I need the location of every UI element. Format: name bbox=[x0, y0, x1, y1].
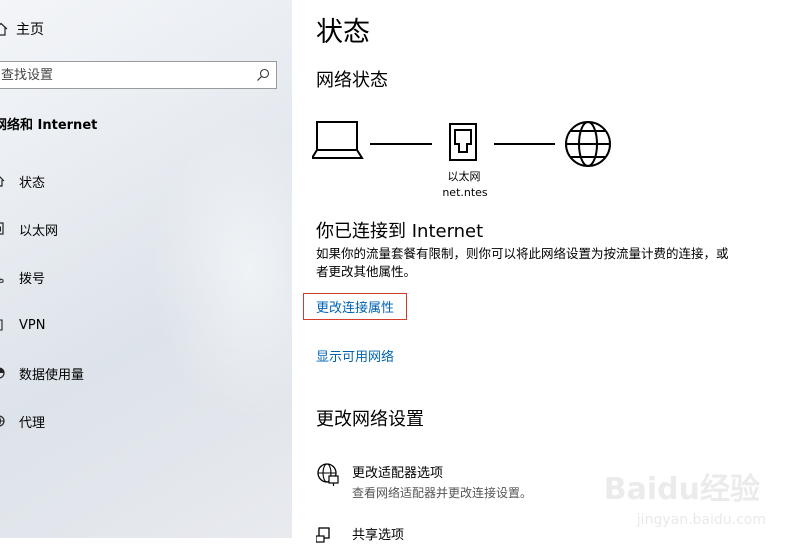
home-label: 主页 bbox=[16, 22, 44, 38]
sharing-icon bbox=[316, 527, 330, 543]
proxy-icon bbox=[0, 415, 5, 427]
search-icon[interactable] bbox=[256, 68, 270, 82]
setting-title: 更改适配器选项 bbox=[352, 466, 444, 481]
ethernet-icon bbox=[0, 222, 4, 235]
sidebar-item-label: 以太网 bbox=[19, 223, 59, 239]
sidebar-item-proxy[interactable]: 代理 bbox=[0, 410, 45, 432]
change-adapter-options-item[interactable]: 更改适配器选项 查看网络适配器并更改连接设置。 bbox=[316, 462, 532, 501]
sidebar-item-label: 数据使用量 bbox=[19, 367, 85, 383]
connected-heading: 你已连接到 Internet bbox=[316, 221, 484, 242]
sidebar-item-label: VPN bbox=[19, 317, 46, 333]
change-connection-properties-link[interactable]: 更改连接属性 bbox=[303, 293, 408, 320]
section-title: 网络和 Internet bbox=[0, 118, 98, 133]
sidebar-item-label: 代理 bbox=[19, 415, 46, 431]
data-usage-icon bbox=[0, 367, 5, 379]
connected-description: 如果你的流量套餐有限制，则你可以将此网络设置为按流量计费的连接，或者更改其他属性… bbox=[316, 246, 729, 279]
home-icon bbox=[0, 22, 8, 36]
setting-description: 查看网络适配器并更改连接设置。 bbox=[352, 486, 533, 500]
setting-title: 共享选项 bbox=[352, 528, 405, 543]
sidebar-item-data-usage[interactable]: 数据使用量 bbox=[0, 362, 84, 384]
adapter-name-label: 以太网 bbox=[447, 170, 481, 183]
sidebar-item-vpn[interactable]: VPN bbox=[0, 314, 45, 336]
adapter-host-label: net.ntes bbox=[442, 186, 488, 199]
laptop-icon bbox=[312, 121, 364, 159]
show-available-networks-link[interactable]: 显示可用网络 bbox=[316, 346, 394, 365]
sidebar-item-dialup[interactable]: 拨号 bbox=[0, 266, 45, 288]
page-title: 状态 bbox=[316, 17, 370, 48]
main-panel: 状态 网络状态 以太网 net.ntes 你已连接到 Internet 如果你的… bbox=[292, 0, 806, 543]
vpn-icon bbox=[0, 319, 3, 331]
search-box[interactable] bbox=[0, 61, 277, 89]
sidebar-item-label: 状态 bbox=[19, 175, 46, 191]
sidebar-item-status[interactable]: 状态 bbox=[0, 170, 45, 192]
baidu-watermark-url: jingyan.baidu.com bbox=[636, 512, 766, 528]
baidu-watermark-logo: Baidu经验 bbox=[603, 472, 760, 507]
sidebar: 主页 网络和 Internet 状态 以太网 拨号 VPN bbox=[0, 0, 292, 538]
dialup-icon bbox=[0, 278, 4, 283]
sidebar-item-ethernet[interactable]: 以太网 bbox=[0, 218, 58, 240]
home-nav-item[interactable]: 主页 bbox=[0, 18, 44, 40]
sidebar-item-label: 拨号 bbox=[19, 271, 46, 287]
search-input[interactable] bbox=[0, 67, 241, 83]
network-status-heading: 网络状态 bbox=[316, 70, 388, 91]
internet-globe-icon bbox=[565, 121, 611, 167]
home-status-icon bbox=[0, 176, 5, 187]
adapter-globe-icon bbox=[317, 463, 339, 486]
ethernet-adapter-icon bbox=[449, 123, 477, 161]
change-network-settings-heading: 更改网络设置 bbox=[316, 409, 424, 430]
sharing-options-item[interactable]: 共享选项 bbox=[316, 524, 404, 548]
